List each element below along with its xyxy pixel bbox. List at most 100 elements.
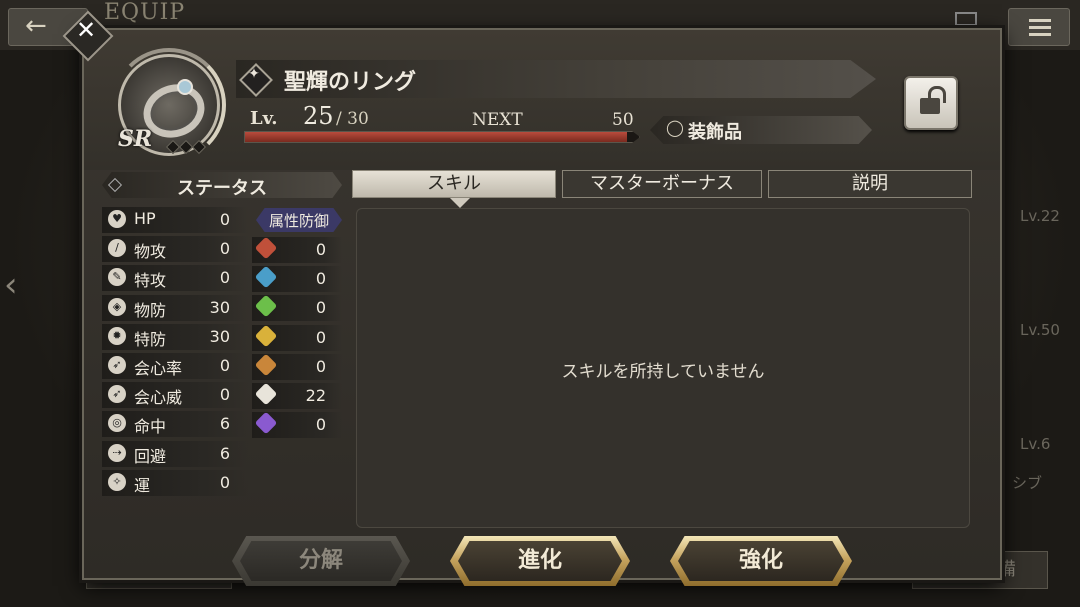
earth-icon xyxy=(254,353,278,377)
element-row: 0 xyxy=(252,236,342,263)
stat-label: 物攻 xyxy=(134,242,167,262)
skill-panel: スキルを所持していません xyxy=(356,208,970,528)
stat-value: 6 xyxy=(219,414,230,434)
heart-icon: ♥ xyxy=(108,210,126,228)
tab-master-bonus[interactable]: マスターボーナス xyxy=(562,170,762,198)
light-icon xyxy=(254,382,278,406)
stat-row: ✹ 特防 30 xyxy=(102,323,248,350)
stat-row: ➶ 会心威 0 xyxy=(102,382,248,409)
element-row: 22 xyxy=(252,382,342,409)
stat-label: HP xyxy=(134,209,156,228)
evolve-button[interactable]: 進化 xyxy=(450,536,630,586)
element-value: 0 xyxy=(315,415,326,435)
stat-value: 30 xyxy=(209,326,230,346)
critical-power-icon: ➶ xyxy=(108,385,126,404)
stat-value: 6 xyxy=(219,443,230,463)
dismantle-label: 分解 xyxy=(298,548,343,573)
status-header: ステータス xyxy=(102,172,342,198)
stat-label: 命中 xyxy=(134,417,167,437)
dark-icon xyxy=(254,411,278,435)
rarity-label: SR xyxy=(118,126,153,152)
active-tab-pointer xyxy=(450,198,470,208)
stat-row: ◎ 命中 6 xyxy=(102,411,248,438)
status-header-label: ステータス xyxy=(177,178,267,199)
element-defense-label: 属性防御 xyxy=(268,212,329,230)
stat-label: 会心率 xyxy=(134,359,183,378)
stat-value: 0 xyxy=(219,210,230,229)
water-icon xyxy=(254,265,278,289)
stat-row: ⇢ 回避 6 xyxy=(102,440,248,467)
stat-row: / 物攻 0 xyxy=(102,236,248,263)
stat-value: 0 xyxy=(219,268,230,288)
element-value: 0 xyxy=(315,298,326,318)
accuracy-icon: ◎ xyxy=(108,414,126,433)
lock-body xyxy=(920,98,940,114)
next-label: NEXT xyxy=(472,110,523,130)
evolve-label: 進化 xyxy=(517,548,562,573)
close-button[interactable]: ✕ xyxy=(62,10,114,62)
element-value: 0 xyxy=(315,240,326,259)
lightning-icon xyxy=(254,324,278,347)
element-row: 0 xyxy=(252,295,342,322)
stat-value: 0 xyxy=(219,472,230,492)
tab-description[interactable]: 説明 xyxy=(768,170,972,198)
stat-label: 会心威 xyxy=(134,388,183,408)
item-category-icon: ✦ xyxy=(239,63,273,97)
level-label: Lv. xyxy=(250,108,278,129)
element-value: 0 xyxy=(315,327,326,347)
level-value: 25 xyxy=(303,102,334,130)
battery-icon xyxy=(955,12,977,26)
element-value: 22 xyxy=(305,386,326,405)
stat-value: 0 xyxy=(219,385,230,405)
stat-label: 特攻 xyxy=(134,271,167,291)
side-partial-label: シブ xyxy=(1012,474,1043,492)
stat-value: 0 xyxy=(219,356,230,375)
ring-icon: ◯ xyxy=(666,118,684,137)
element-defense-header: 属性防御 xyxy=(256,208,342,232)
tab-skill[interactable]: スキル xyxy=(352,170,556,198)
wand-icon: ✎ xyxy=(108,268,126,287)
element-value: 0 xyxy=(315,356,326,376)
close-icon: ✕ xyxy=(75,16,97,44)
stat-value: 30 xyxy=(209,297,230,317)
side-level-1: Lv.22 xyxy=(1020,207,1060,225)
element-row: 0 xyxy=(252,265,342,293)
rank-dots xyxy=(165,137,207,156)
side-level-2: Lv.50 xyxy=(1020,321,1060,339)
stat-value: 0 xyxy=(219,239,230,259)
enhance-button[interactable]: 強化 xyxy=(670,536,852,586)
luck-icon: ✧ xyxy=(108,472,126,491)
sword-icon: / xyxy=(108,239,126,258)
level-max: / 30 xyxy=(336,109,369,129)
exp-bar xyxy=(244,131,640,143)
stat-row: ✧ 運 0 xyxy=(102,469,248,496)
element-value: 0 xyxy=(315,269,326,289)
skill-empty-message: スキルを所持していません xyxy=(561,362,765,382)
dismantle-button[interactable]: 分解 xyxy=(232,536,410,586)
screen-title: EQUIP xyxy=(104,0,186,25)
stat-label: 特防 xyxy=(134,329,167,349)
stat-row: ◈ 物防 30 xyxy=(102,294,248,321)
prev-arrow-icon[interactable]: ‹ xyxy=(4,265,18,305)
menu-button[interactable] xyxy=(1008,8,1070,46)
side-level-3: Lv.6 xyxy=(1020,435,1051,453)
gear-icon: ✹ xyxy=(108,326,126,345)
next-value: 50 xyxy=(612,110,634,130)
lock-button[interactable] xyxy=(904,76,958,130)
stat-label: 物防 xyxy=(134,300,167,320)
item-type: 装飾品 xyxy=(688,122,742,143)
stat-row: ✎ 特攻 0 xyxy=(102,265,248,292)
stat-label: 回避 xyxy=(134,446,167,466)
stat-row: ➶ 会心率 0 xyxy=(102,353,248,379)
item-name: 聖輝のリング xyxy=(284,70,417,95)
shield-icon: ◈ xyxy=(108,297,126,316)
critical-rate-icon: ➶ xyxy=(108,356,126,374)
exp-bar-fill xyxy=(245,132,628,142)
element-row: 0 xyxy=(252,353,342,380)
wind-icon xyxy=(254,295,278,318)
enhance-label: 強化 xyxy=(738,548,783,573)
detail-tabs: スキル マスターボーナス 説明 xyxy=(350,170,972,198)
element-row: 0 xyxy=(252,324,342,351)
element-row: 0 xyxy=(252,411,342,439)
evasion-icon: ⇢ xyxy=(108,443,126,462)
